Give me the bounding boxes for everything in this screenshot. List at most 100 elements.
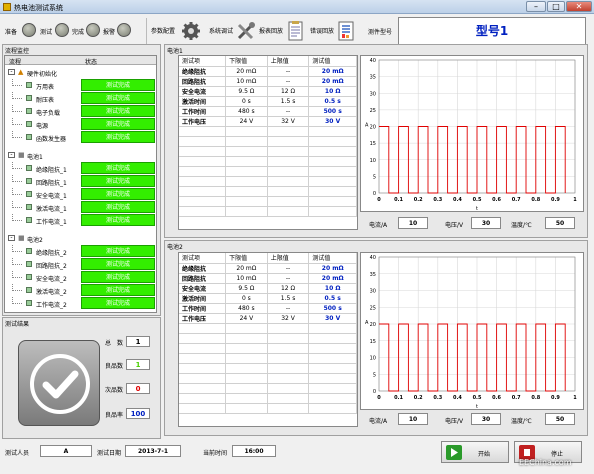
battery1-chart: 0 5 10 15 20 25 30 35 40 0 0.1 0.2 0.3 0.4 0.5 0.6 0.7 0.… — [360, 55, 584, 212]
y-tick-label: 25 — [370, 305, 376, 311]
tree-item[interactable]: 安全电流_2 测试完成 — [5, 271, 156, 284]
tree-connector — [12, 284, 22, 291]
table-cell: 0 s — [225, 96, 268, 107]
gear-icon[interactable] — [180, 21, 202, 41]
errors-button-label[interactable]: 错误回放 — [310, 26, 334, 35]
report-icon[interactable] — [284, 21, 306, 41]
empty-row — [179, 363, 357, 374]
bad-value: 0 — [126, 383, 150, 394]
table-cell: 12 Ω — [267, 283, 310, 294]
result-panel-title: 测试结果 — [5, 321, 30, 328]
tree-group[interactable]: - ▲ 硬件初始化 — [5, 66, 156, 79]
b2-current-label: 电流/A — [369, 418, 388, 425]
collapse-toggle[interactable]: - — [8, 69, 15, 75]
start-button[interactable]: 开始 — [441, 441, 509, 463]
tree-item[interactable]: 函数发生器 测试完成 — [5, 131, 156, 144]
table-row: 工作电压 24 V 32 V 30 V — [179, 116, 357, 127]
tree-item-label: 回路阻抗_2 — [36, 263, 67, 270]
x-tick-label: 0.7 — [512, 197, 521, 203]
tree-item[interactable]: 工作电流_1 测试完成 — [5, 214, 156, 227]
status-cell: 测试完成 — [81, 188, 155, 200]
collapse-toggle[interactable]: - — [8, 152, 15, 158]
close-button[interactable]: ✕ — [566, 1, 592, 12]
debug-button-label[interactable]: 系统调试 — [209, 26, 233, 35]
empty-row — [179, 383, 357, 394]
table-row: 绝缘阻抗 20 mΩ -- 20 mΩ — [179, 66, 357, 77]
rate-label: 良品率 — [105, 412, 124, 419]
y-tick-label: 10 — [370, 356, 376, 362]
tree-item-label: 电源 — [36, 123, 49, 130]
tree-connector — [12, 271, 22, 278]
tree-item[interactable]: 电源 测试完成 — [5, 118, 156, 131]
start-button-label: 开始 — [478, 451, 491, 458]
table-cell: 工作电压 — [179, 313, 227, 324]
y-tick-label: 40 — [370, 255, 376, 261]
b1-temp-value: 50 — [545, 217, 575, 229]
empty-row — [179, 156, 357, 167]
y-tick-label: 15 — [370, 339, 376, 345]
tree-item[interactable]: 万用表 测试完成 — [5, 79, 156, 92]
tree-item[interactable]: 安全电流_1 测试完成 — [5, 188, 156, 201]
tree-connector — [12, 162, 22, 169]
table-row: 回路阻抗 10 mΩ -- 20 mΩ — [179, 273, 357, 284]
status-testing-led — [55, 23, 69, 37]
status-cell: 测试完成 — [81, 284, 155, 296]
table-header: 测试值 — [308, 56, 357, 67]
tester-label: 测试人员 — [5, 450, 30, 457]
table-cell: -- — [267, 76, 310, 87]
table-header: 测试项 — [179, 253, 227, 264]
bad-label: 次品数 — [105, 387, 124, 394]
tree-item[interactable]: 工作电流_2 测试完成 — [5, 297, 156, 310]
table-cell: -- — [267, 66, 310, 77]
tree-group-label: 电池1 — [27, 154, 43, 161]
report-button-label[interactable]: 报表回放 — [259, 26, 283, 35]
tree-item[interactable]: 绝缘阻抗_1 测试完成 — [5, 162, 156, 175]
step-icon — [26, 178, 32, 184]
empty-row — [179, 343, 357, 354]
tree-connector — [12, 79, 22, 86]
tree-connector — [12, 258, 22, 265]
x-tick-label: 0.1 — [394, 395, 403, 401]
process-tree[interactable]: 流程 状态 - ▲ 硬件初始化 万用表 测试完成 耐压表 测试完成 电子负载 测试完成 电源 测试完… — [4, 55, 157, 313]
tree-item[interactable]: 耐压表 测试完成 — [5, 92, 156, 105]
tree-item[interactable]: 回路阻抗_1 测试完成 — [5, 175, 156, 188]
document-icon[interactable] — [335, 21, 357, 41]
check-icon — [30, 354, 90, 414]
collapse-toggle[interactable]: - — [8, 235, 15, 241]
step-icon — [26, 108, 32, 114]
tree-item[interactable]: 电子负载 测试完成 — [5, 105, 156, 118]
table-cell: 激活时间 — [179, 96, 227, 107]
params-button-label[interactable]: 参数配置 — [151, 26, 175, 35]
table-row: 工作时间 480 s -- 500 s — [179, 303, 357, 314]
empty-row — [179, 323, 357, 334]
table-cell: 32 V — [267, 313, 310, 324]
step-icon — [26, 274, 32, 280]
tree-item[interactable]: 激活电流_2 测试完成 — [5, 284, 156, 297]
empty-row — [179, 166, 357, 177]
tree-item[interactable]: 回路阻抗_2 测试完成 — [5, 258, 156, 271]
tools-icon[interactable] — [235, 21, 257, 41]
minimize-button[interactable]: – — [526, 1, 546, 12]
x-tick-label: 0.3 — [433, 395, 442, 401]
total-label: 总 数 — [105, 340, 124, 347]
tree-group[interactable]: - ■ 电池1 — [5, 149, 156, 162]
battery1-title: 电池1 — [167, 48, 183, 55]
table-cell: 0.5 s — [308, 293, 357, 304]
table-cell: 10 Ω — [308, 283, 357, 294]
status-ready-label: 准备 — [5, 29, 18, 36]
b2-temp-value: 50 — [545, 413, 575, 425]
b1-current-value: 10 — [398, 217, 428, 229]
date-value: 2013-7-1 — [125, 445, 181, 457]
empty-row — [179, 196, 357, 207]
tree-item[interactable]: 绝缘阻抗_2 测试完成 — [5, 245, 156, 258]
table-cell: 20 mΩ — [308, 66, 357, 77]
status-done-label: 完成 — [72, 29, 85, 36]
tree-group[interactable]: - ■ 电池2 — [5, 232, 156, 245]
tree-connector — [12, 297, 22, 304]
maximize-button[interactable]: □ — [547, 1, 565, 12]
x-tick-label: 1 — [573, 395, 577, 401]
step-icon — [26, 134, 32, 140]
tree-item[interactable]: 激活电流_1 测试完成 — [5, 201, 156, 214]
model-value: 型号1 — [398, 17, 586, 45]
x-tick-label: 0 — [377, 395, 381, 401]
